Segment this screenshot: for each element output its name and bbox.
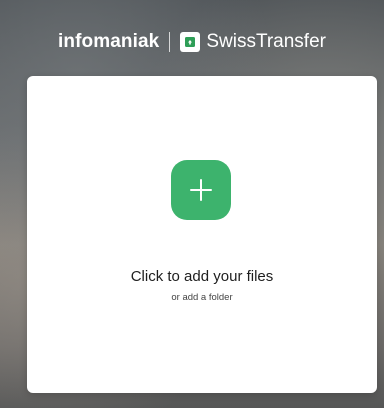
add-folder-link[interactable]: or add a folder [27,292,377,303]
header-divider [169,32,171,52]
add-files-label[interactable]: Click to add your files [27,268,377,285]
header: infomaniak SwissTransfer [0,26,384,58]
swisstransfer-logo-icon [180,32,201,52]
plus-icon [190,179,212,201]
infomaniak-logo[interactable]: infomaniak [58,31,159,53]
upload-card[interactable]: Click to add your files or add a folder [27,76,377,393]
swisstransfer-logo-glyph [185,37,196,47]
app-name[interactable]: SwissTransfer [206,31,326,53]
add-files-button[interactable] [171,160,231,220]
